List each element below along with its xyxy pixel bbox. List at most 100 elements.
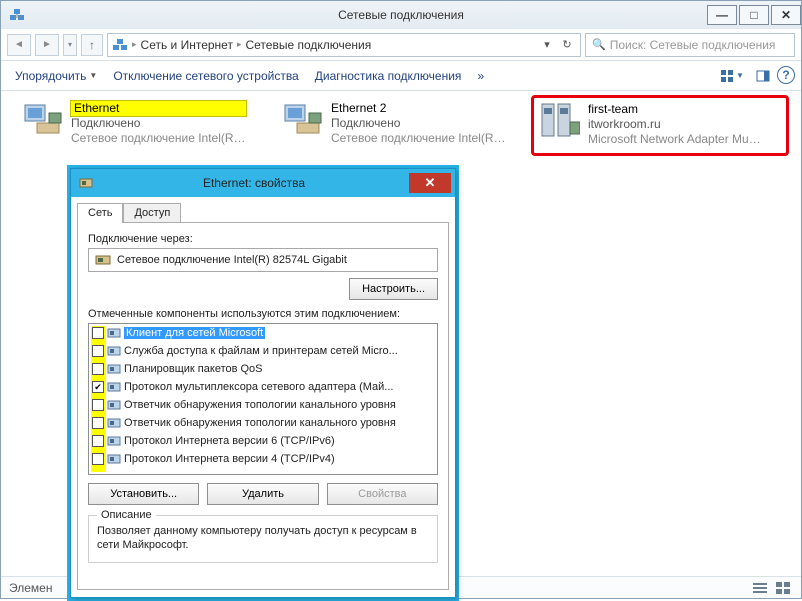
preview-pane-button[interactable] — [751, 66, 775, 86]
properties-button[interactable]: Свойства — [327, 483, 438, 505]
dialog-tabs: Сеть Доступ — [77, 203, 449, 223]
component-row[interactable]: Протокол мультиплексора сетевого адаптер… — [89, 378, 437, 396]
component-checkbox[interactable] — [92, 417, 104, 429]
component-icon — [107, 344, 121, 358]
connection-status: Подключено — [71, 116, 246, 131]
details-view-icon[interactable] — [750, 580, 770, 596]
refresh-button[interactable]: ↻ — [558, 36, 576, 54]
components-list[interactable]: Клиент для сетей Microsoft Служба доступа… — [88, 323, 438, 475]
breadcrumb-seg-2[interactable]: Сетевые подключения — [245, 38, 371, 52]
component-icon — [107, 326, 121, 340]
component-icon — [107, 452, 121, 466]
component-row[interactable]: Планировщик пакетов QoS — [89, 360, 437, 378]
back-button[interactable]: ◄ — [7, 34, 31, 56]
component-checkbox[interactable] — [92, 345, 104, 357]
icon-view-icon[interactable] — [773, 580, 793, 596]
component-row[interactable]: Протокол Интернета версии 4 (TCP/IPv4) — [89, 450, 437, 468]
connection-name: Ethernet 2 — [331, 101, 506, 116]
tab-pane-network: Подключение через: Сетевое подключение I… — [77, 222, 449, 590]
dialog-title: Ethernet: свойства — [99, 176, 409, 190]
breadcrumb-seg-1[interactable]: Сеть и Интернет — [141, 38, 233, 52]
component-checkbox[interactable] — [92, 381, 104, 393]
connection-name: Ethernet — [71, 101, 246, 116]
team-nic-icon — [540, 102, 580, 138]
nic-small-icon — [95, 252, 111, 268]
component-label: Служба доступа к файлам и принтерам сете… — [124, 345, 398, 357]
address-bar[interactable]: ▸ Сеть и Интернет ▸ Сетевые подключения … — [107, 33, 581, 57]
nic-icon — [23, 101, 63, 137]
component-icon — [107, 380, 121, 394]
search-placeholder: Поиск: Сетевые подключения — [610, 38, 776, 52]
view-menu[interactable]: ▼ — [715, 66, 749, 86]
caret-down-icon: ▼ — [89, 71, 97, 80]
up-button[interactable]: ↑ — [81, 34, 103, 56]
component-row[interactable]: Ответчик обнаружения топологии канальног… — [89, 396, 437, 414]
component-label: Клиент для сетей Microsoft — [124, 327, 265, 339]
connection-item-first-team[interactable]: first-team itworkroom.ru Microsoft Netwo… — [531, 95, 789, 156]
install-button[interactable]: Установить... — [88, 483, 199, 505]
description-group: Описание Позволяет данному компьютеру по… — [88, 515, 438, 563]
component-label: Планировщик пакетов QoS — [124, 363, 263, 375]
address-dropdown-button[interactable]: ▾ — [538, 36, 556, 54]
titlebar: Сетевые подключения — □ ✕ — [1, 1, 801, 29]
breadcrumb-chevron-icon: ▸ — [132, 39, 137, 50]
forward-button[interactable]: ► — [35, 34, 59, 56]
connection-item-ethernet2[interactable]: Ethernet 2 Подключено Сетевое подключени… — [283, 101, 506, 146]
component-label: Протокол Интернета версии 4 (TCP/IPv4) — [124, 453, 335, 465]
breadcrumb-chevron-icon: ▸ — [237, 39, 242, 50]
connection-device: Сетевое подключение Intel(R) 8... — [331, 131, 506, 146]
dialog-titlebar: Ethernet: свойства ✕ — [71, 169, 455, 197]
component-checkbox[interactable] — [92, 399, 104, 411]
component-checkbox[interactable] — [92, 435, 104, 447]
description-text: Позволяет данному компьютеру получать до… — [97, 525, 417, 551]
overflow-menu[interactable]: » — [469, 66, 492, 86]
organize-menu[interactable]: Упорядочить▼ — [7, 66, 105, 86]
connection-device: Сетевое подключение Intel(R) 8... — [71, 131, 246, 146]
window-title: Сетевые подключения — [1, 8, 801, 22]
connection-item-ethernet[interactable]: Ethernet Подключено Сетевое подключение … — [23, 101, 246, 146]
dialog-close-button[interactable]: ✕ — [409, 173, 451, 193]
configure-button[interactable]: Настроить... — [349, 278, 438, 300]
component-icon — [107, 398, 121, 412]
nic-icon — [283, 101, 323, 137]
diagnose-button[interactable]: Диагностика подключения — [307, 66, 470, 86]
search-box[interactable]: 🔍 Поиск: Сетевые подключения — [585, 33, 795, 57]
component-icon — [107, 434, 121, 448]
component-label: Ответчик обнаружения топологии канальног… — [124, 417, 396, 429]
component-checkbox[interactable] — [92, 363, 104, 375]
component-row[interactable]: Ответчик обнаружения топологии канальног… — [89, 414, 437, 432]
status-text: Элемен — [9, 581, 52, 595]
component-icon — [107, 362, 121, 376]
component-label: Ответчик обнаружения топологии канальног… — [124, 399, 396, 411]
command-bar: Упорядочить▼ Отключение сетевого устройс… — [1, 61, 801, 91]
search-icon: 🔍 — [592, 38, 606, 51]
component-row[interactable]: Служба доступа к файлам и принтерам сете… — [89, 342, 437, 360]
connection-name: first-team — [588, 102, 763, 117]
tab-access[interactable]: Доступ — [123, 203, 181, 223]
folder-icon — [112, 37, 128, 53]
component-row[interactable]: Протокол Интернета версии 6 (TCP/IPv6) — [89, 432, 437, 450]
component-checkbox[interactable] — [92, 327, 104, 339]
description-legend: Описание — [97, 508, 156, 522]
nav-history-dropdown[interactable]: ▾ — [63, 34, 77, 56]
organize-label: Упорядочить — [15, 69, 86, 83]
nic-small-icon — [79, 176, 93, 190]
connection-status: itworkroom.ru — [588, 117, 763, 132]
uninstall-button[interactable]: Удалить — [207, 483, 318, 505]
navigation-bar: ◄ ► ▾ ↑ ▸ Сеть и Интернет ▸ Сетевые подк… — [1, 29, 801, 61]
component-checkbox[interactable] — [92, 453, 104, 465]
connect-via-field: Сетевое подключение Intel(R) 82574L Giga… — [88, 248, 438, 272]
dialog-body: Сеть Доступ Подключение через: Сетевое п… — [71, 197, 455, 597]
component-icon — [107, 416, 121, 430]
disable-device-button[interactable]: Отключение сетевого устройства — [105, 66, 306, 86]
connection-device: Microsoft Network Adapter Multi... — [588, 132, 763, 147]
help-button[interactable]: ? — [777, 66, 795, 84]
connect-via-value: Сетевое подключение Intel(R) 82574L Giga… — [117, 254, 347, 266]
tab-network[interactable]: Сеть — [77, 203, 123, 223]
component-label: Протокол Интернета версии 6 (TCP/IPv6) — [124, 435, 335, 447]
component-row[interactable]: Клиент для сетей Microsoft — [89, 324, 437, 342]
component-label: Протокол мультиплексора сетевого адаптер… — [124, 381, 393, 393]
connection-status: Подключено — [331, 116, 506, 131]
connect-via-label: Подключение через: — [88, 233, 438, 245]
ethernet-properties-dialog: Ethernet: свойства ✕ Сеть Доступ Подключ… — [70, 168, 456, 598]
